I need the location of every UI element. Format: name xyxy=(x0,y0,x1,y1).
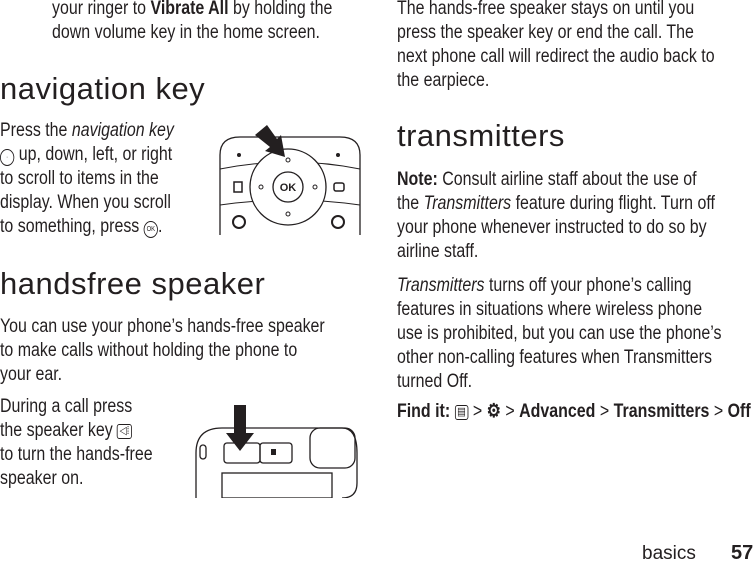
navigation-key-icon: · xyxy=(0,149,15,166)
arrow-icon xyxy=(255,125,285,157)
send-key-icon xyxy=(232,215,246,229)
hf-line: During a call press xyxy=(0,396,133,417)
heading-handsfree-speaker: handsfree speaker xyxy=(0,266,266,301)
camera-key-icon xyxy=(333,182,345,192)
speaker-key-icon: ◁⁞ xyxy=(117,424,132,439)
intro-line: down volume key in the home screen. xyxy=(52,22,320,43)
tx-line: other non-calling features when Transmit… xyxy=(397,347,712,368)
ok-key-icon: OK xyxy=(143,221,158,238)
intro-line: next phone call will redirect the audio … xyxy=(397,46,715,67)
nav-line: · up, down, left, or right xyxy=(0,143,172,167)
menu-key-icon: ▤ xyxy=(454,405,469,420)
find-it-path: Find it: ▤ > ⚙ > Advanced > Transmitters… xyxy=(397,401,751,422)
tx-line: features in situations where wireless ph… xyxy=(397,299,703,320)
menu-key-icon xyxy=(233,181,243,193)
heading-navigation-key: navigation key xyxy=(0,71,206,106)
note-line: your phone whenever instructed to do so … xyxy=(397,217,707,238)
tx-line: Transmitters turns off your phone’s call… xyxy=(397,275,692,296)
nav-line: Press the navigation key xyxy=(0,120,174,141)
hf-line: speaker on. xyxy=(0,468,84,489)
note-line: Note: Consult airline staff about the us… xyxy=(397,169,697,190)
nav-line: display. When you scroll xyxy=(0,192,171,213)
tx-line: use is prohibited, but you can use the p… xyxy=(397,323,722,344)
end-key-icon xyxy=(331,215,345,229)
intro-line: The hands-free speaker stays on until yo… xyxy=(397,0,695,19)
note-line: airline staff. xyxy=(397,241,479,262)
page-number: 57 xyxy=(731,542,754,564)
note-line: the Transmitters feature during flight. … xyxy=(397,193,715,214)
intro-line: the earpiece. xyxy=(397,70,490,91)
nav-line: to something, press OK. xyxy=(0,216,163,238)
phone-keypad-illustration: OK xyxy=(219,125,361,235)
manual-page: your ringer to Vibrate All by holding th… xyxy=(0,0,756,564)
ok-label: OK xyxy=(280,182,297,194)
hf-line: You can use your phone’s hands-free spea… xyxy=(0,316,325,337)
intro-line: your ringer to Vibrate All by holding th… xyxy=(52,0,333,19)
hf-line: to turn the hands-free xyxy=(0,444,153,465)
tx-line: turned Off. xyxy=(397,371,473,392)
hf-line: to make calls without holding the phone … xyxy=(0,340,298,361)
phone-side-illustration xyxy=(195,405,358,498)
hf-line: the speaker key ◁⁞ xyxy=(0,419,132,443)
footer-section: basics xyxy=(642,543,696,564)
nav-line: to scroll to items in the xyxy=(0,168,159,189)
intro-line: press the speaker key or end the call. T… xyxy=(397,22,694,43)
hf-line: your ear. xyxy=(0,364,63,385)
settings-icon: ⚙ xyxy=(486,401,501,422)
heading-transmitters: transmitters xyxy=(397,118,565,153)
